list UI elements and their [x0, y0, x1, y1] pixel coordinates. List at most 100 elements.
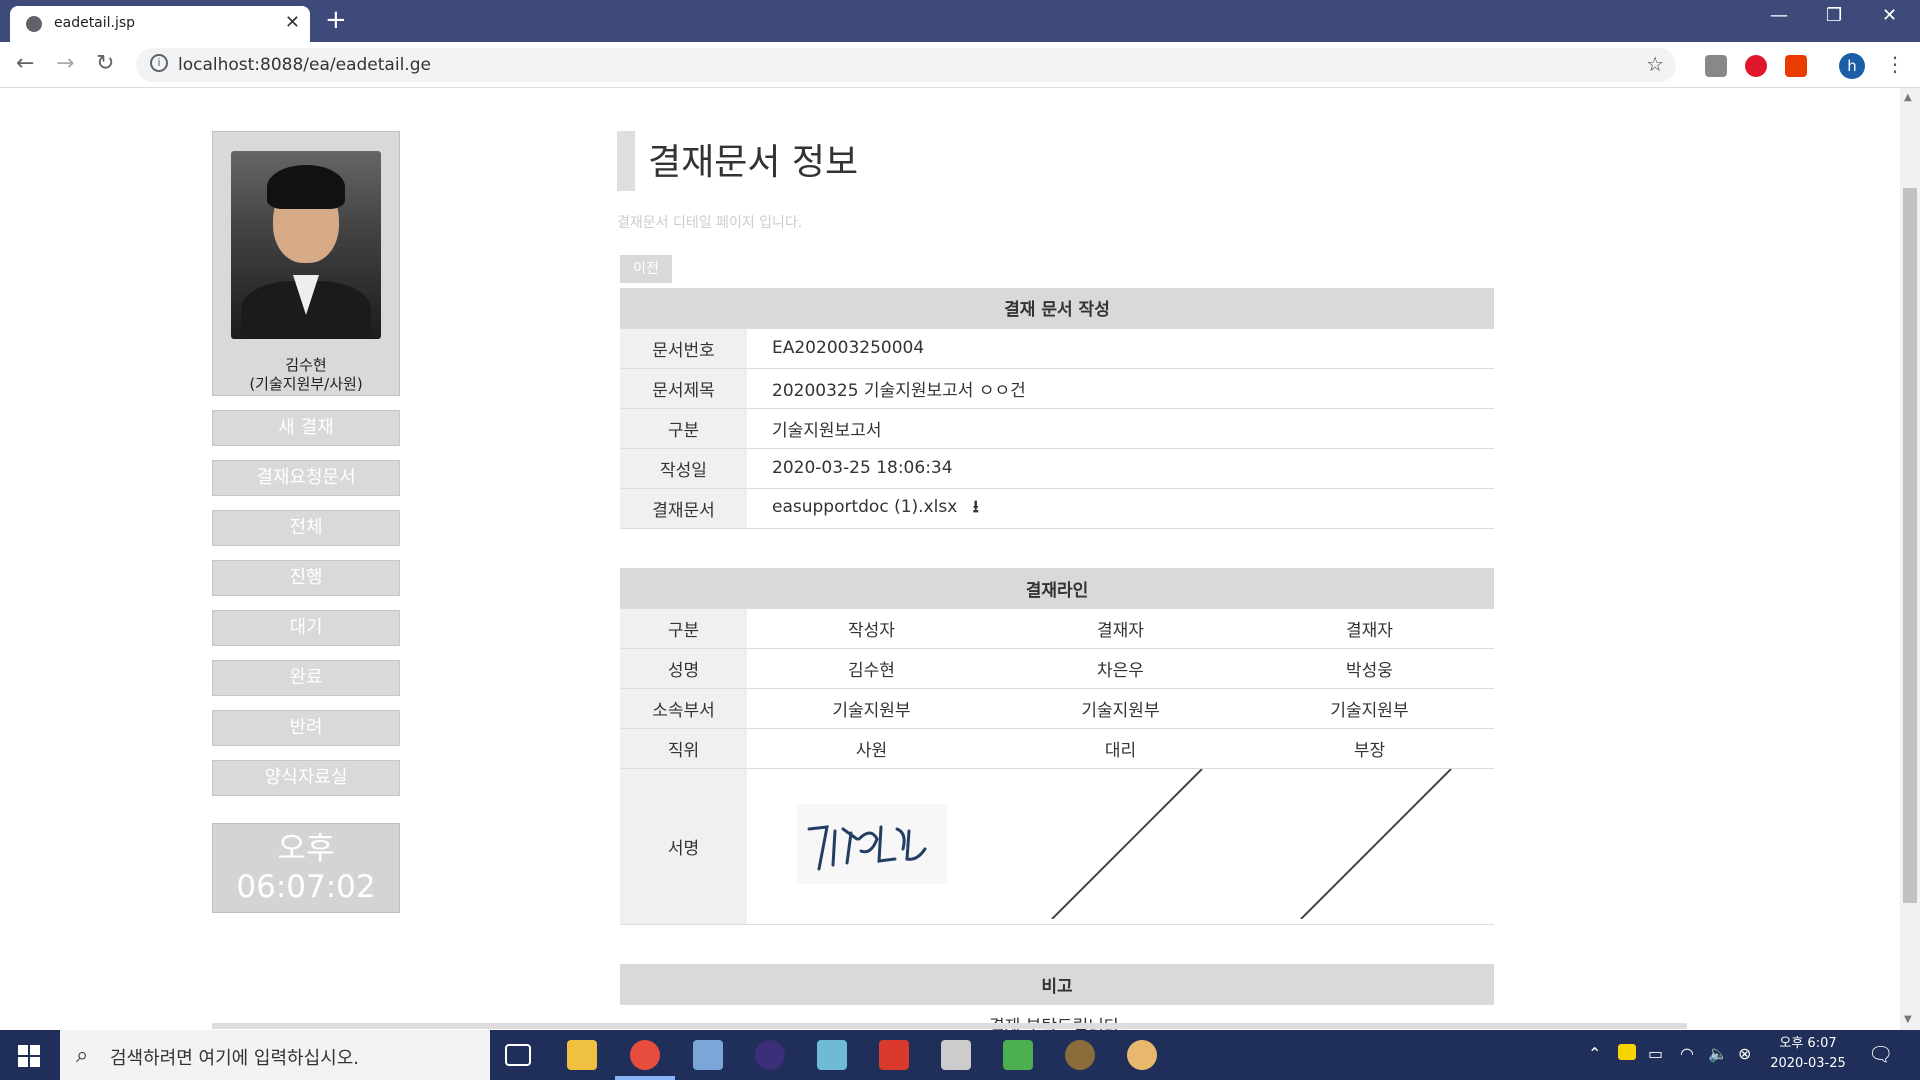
office-icon[interactable]: [1785, 55, 1807, 77]
search-placeholder[interactable]: 검색하려면 여기에 입력하십시오.: [110, 1044, 359, 1070]
field-label: 작성일: [620, 448, 747, 489]
field-label: 소속부서: [620, 688, 747, 729]
star-icon[interactable]: ☆: [1646, 52, 1664, 76]
page-subtitle: 결재문서 디테일 페이지 입니다.: [617, 215, 803, 231]
settings-app-icon[interactable]: [1065, 1040, 1095, 1070]
tray-date: 2020-03-25: [1770, 1056, 1846, 1071]
new-tab-icon[interactable]: +: [325, 5, 347, 35]
menu-waiting[interactable]: 대기: [212, 610, 400, 646]
table-row: 문서제목 20200325 기술지원보고서 ㅇㅇ건: [620, 368, 1494, 409]
line-cell: 작성자: [747, 608, 996, 649]
database-icon[interactable]: [693, 1040, 723, 1070]
close-window-icon[interactable]: ✕: [1882, 5, 1897, 26]
doc-title: 20200325 기술지원보고서 ㅇㅇ건: [747, 368, 1494, 409]
browser-tab[interactable]: eadetail.jsp ✕: [10, 6, 310, 42]
table-row: 문서번호 EA202003250004: [620, 328, 1494, 369]
chrome-icon[interactable]: [630, 1040, 660, 1070]
doc-number: EA202003250004: [747, 328, 1494, 369]
menu-new-approval[interactable]: 새 결재: [212, 410, 400, 446]
vertical-scrollbar[interactable]: ▲ ▼: [1900, 88, 1920, 1030]
field-label: 구분: [620, 408, 747, 449]
globe-icon: [26, 16, 42, 32]
scroll-thumb[interactable]: [1903, 188, 1917, 903]
menu-forms[interactable]: 양식자료실: [212, 760, 400, 796]
info-icon[interactable]: i: [150, 54, 168, 72]
menu-dots-icon[interactable]: ⋮: [1885, 52, 1905, 76]
tray-clock[interactable]: 오후 6:07 2020-03-25: [1768, 1034, 1848, 1074]
title-accent-bar: [617, 131, 635, 191]
back-icon[interactable]: ←: [16, 51, 34, 76]
profile-avatar[interactable]: h: [1839, 53, 1865, 79]
footer-divider: [212, 1023, 1687, 1029]
line-cell: 대리: [996, 728, 1245, 769]
table-row: 작성일 2020-03-25 18:06:34: [620, 448, 1494, 489]
address-bar[interactable]: i localhost:8088/ea/eadetail.ge ☆: [136, 48, 1676, 82]
menu-request-docs[interactable]: 결재요청문서: [212, 460, 400, 496]
paint-app-icon[interactable]: [1127, 1040, 1157, 1070]
app-icon[interactable]: [817, 1040, 847, 1070]
menu-all[interactable]: 전체: [212, 510, 400, 546]
windows-start-icon[interactable]: [18, 1045, 40, 1067]
volume-icon[interactable]: 🔈: [1708, 1044, 1728, 1063]
table-row: 성명 김수현 차은우 박성웅: [620, 648, 1494, 689]
doc-file-link[interactable]: easupportdoc (1).xlsx: [772, 497, 957, 517]
network-app-icon[interactable]: [941, 1040, 971, 1070]
field-label: 문서번호: [620, 328, 747, 369]
eclipse-icon[interactable]: [755, 1040, 785, 1070]
clock-time: 06:07:02: [236, 869, 376, 905]
line-cell: 박성웅: [1245, 648, 1494, 689]
line-cell: 결재자: [996, 608, 1245, 649]
url-text[interactable]: localhost:8088/ea/eadetail.ge: [178, 55, 431, 75]
search-icon: ⌕: [76, 1043, 89, 1068]
minimize-icon[interactable]: —: [1770, 5, 1788, 26]
close-tab-icon[interactable]: ✕: [285, 12, 300, 33]
adblock-icon[interactable]: [1745, 55, 1767, 77]
line-cell: 기술지원부: [1245, 688, 1494, 729]
wifi-icon[interactable]: ◠: [1680, 1044, 1694, 1063]
tray-time: 오후 6:07: [1779, 1036, 1837, 1051]
doc-created: 2020-03-25 18:06:34: [747, 448, 1494, 489]
section-doc-header: 결재 문서 작성: [620, 288, 1494, 329]
page-viewport: 김수현 (기술지원부/사원) 새 결재 결재요청문서 전체 진행 대기 완료 반…: [0, 88, 1900, 1030]
chat-tray-icon[interactable]: [1618, 1044, 1636, 1060]
reload-icon[interactable]: ↻: [96, 51, 114, 76]
table-row: 직위 사원 대리 부장: [620, 728, 1494, 769]
field-label: 서명: [620, 768, 747, 925]
menu-in-progress[interactable]: 진행: [212, 560, 400, 596]
app-icon[interactable]: [879, 1040, 909, 1070]
line-cell: 부장: [1245, 728, 1494, 769]
battery-icon[interactable]: ▭: [1648, 1044, 1663, 1063]
restore-icon[interactable]: ❐: [1826, 5, 1842, 26]
line-cell: 사원: [747, 728, 996, 769]
field-label: 직위: [620, 728, 747, 769]
download-icon[interactable]: ⭳: [973, 497, 979, 517]
user-name: 김수현: [285, 356, 327, 374]
section-note-header: 비고: [620, 964, 1494, 1005]
table-row: 구분 기술지원보고서: [620, 408, 1494, 449]
table-row: 구분 작성자 결재자 결재자: [620, 608, 1494, 649]
field-label: 구분: [620, 608, 747, 649]
approval-doc-table: 결재 문서 작성 문서번호 EA202003250004 문서제목 202003…: [620, 288, 1494, 1030]
ime-icon[interactable]: ⊗: [1738, 1044, 1751, 1063]
prev-button[interactable]: 이전: [620, 255, 672, 283]
task-view-icon[interactable]: [505, 1044, 531, 1066]
clock-widget: 오후 06:07:02: [212, 823, 400, 913]
tray-expand-icon[interactable]: ⌃: [1588, 1044, 1601, 1063]
extension-icon[interactable]: [1705, 55, 1727, 77]
browser-toolbar: ← → ↻ i localhost:8088/ea/eadetail.ge ☆ …: [0, 42, 1920, 88]
menu-complete[interactable]: 완료: [212, 660, 400, 696]
clock-ampm: 오후: [277, 831, 335, 867]
user-dept: (기술지원부/사원): [249, 375, 363, 393]
line-cell: 김수현: [747, 648, 996, 689]
profile-name: 김수현 (기술지원부/사원): [213, 356, 399, 394]
notification-icon[interactable]: 🗨: [1868, 1042, 1893, 1066]
scroll-down-icon[interactable]: ▼: [1904, 1014, 1912, 1025]
media-app-icon[interactable]: [1003, 1040, 1033, 1070]
taskbar-search[interactable]: ⌕ 검색하려면 여기에 입력하십시오.: [60, 1030, 490, 1080]
profile-card: 김수현 (기술지원부/사원): [212, 131, 400, 396]
file-explorer-icon[interactable]: [567, 1040, 597, 1070]
menu-rejected[interactable]: 반려: [212, 710, 400, 746]
forward-icon[interactable]: →: [56, 51, 74, 76]
scroll-up-icon[interactable]: ▲: [1904, 92, 1912, 103]
browser-tab-bar: eadetail.jsp ✕ + — ❐ ✕: [0, 0, 1920, 42]
